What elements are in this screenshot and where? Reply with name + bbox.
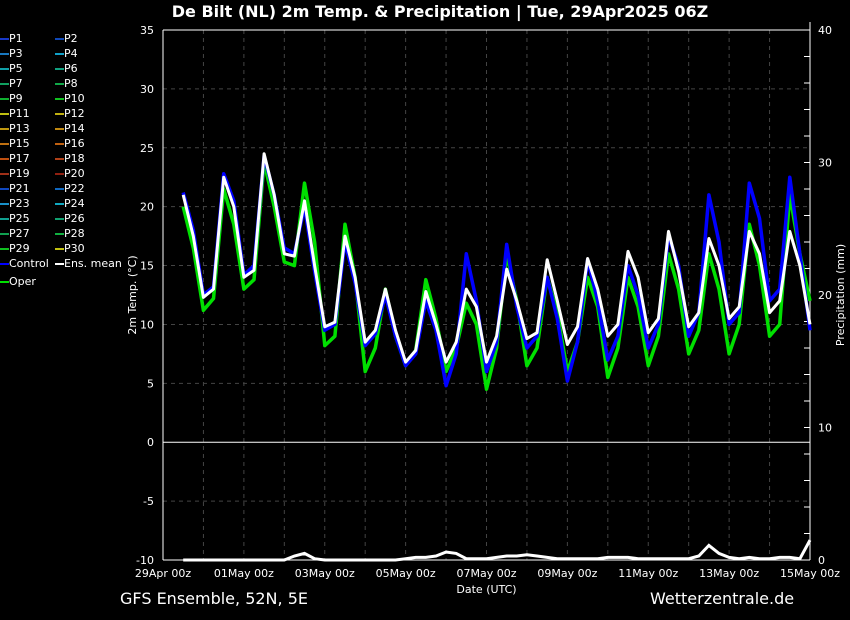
y-tick-label: 20 [140, 201, 154, 214]
x-tick-label: 07May 00z [456, 567, 516, 580]
temp-line-ens-mean [181, 152, 812, 364]
temp-line-oper [181, 160, 812, 391]
x-tick-label: 29Apr 00z [135, 567, 192, 580]
y-tick-label: 5 [147, 377, 154, 390]
model-label: GFS Ensemble, 52N, 5E [120, 589, 308, 608]
y-tick-label: 30 [140, 83, 154, 96]
y-tick-label: 0 [147, 436, 154, 449]
y2-tick-label: 30 [818, 157, 832, 170]
x-tick-label: 11May 00z [618, 567, 678, 580]
y-axis-label: 2m Temp. (°C) [126, 255, 139, 334]
y-tick-label: 15 [140, 260, 154, 273]
chart: 35 30 25 20 15 10 5 0 -5 -10 40 30 20 10 0 29Apr 00z 01M… [126, 22, 847, 596]
x-tick-label: 09May 00z [537, 567, 597, 580]
y-tick-label: 25 [140, 142, 154, 155]
y2-tick-label: 40 [818, 24, 832, 37]
x-tick-label: 05May 00z [376, 567, 436, 580]
y2-tick-label: 10 [818, 422, 832, 435]
x-tick-label: 03May 00z [295, 567, 355, 580]
y-tick-label: 10 [140, 318, 154, 331]
y-tick-label: -5 [143, 495, 154, 508]
y2-tick-label: 20 [818, 289, 832, 302]
x-tick-label: 01May 00z [214, 567, 274, 580]
y-tick-label: -10 [136, 554, 154, 567]
x-axis-label: Date (UTC) [456, 583, 516, 596]
precip-line-ens-mean [183, 539, 812, 562]
y2-axis-label: Precipitation (mm) [834, 244, 847, 346]
y-tick-label: 35 [140, 24, 154, 37]
x-tick-label: 13May 00z [699, 567, 759, 580]
x-tick-label: 15May 00z [780, 567, 840, 580]
source-label: Wetterzentrale.de [650, 589, 795, 608]
y2-tick-label: 0 [818, 554, 825, 567]
